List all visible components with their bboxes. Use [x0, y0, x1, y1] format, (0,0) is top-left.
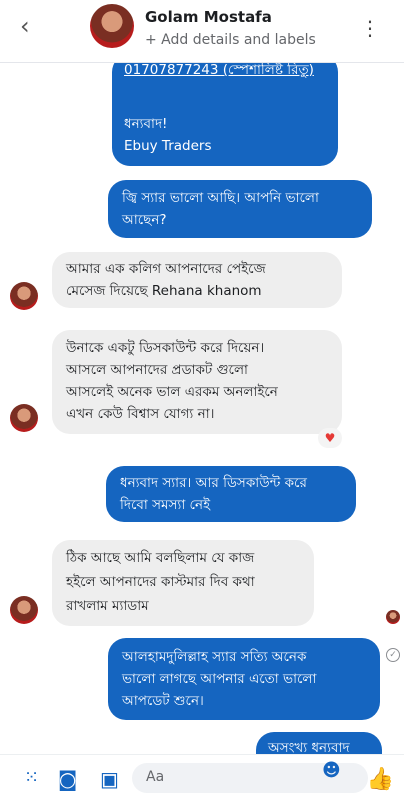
message-list[interactable]: 01707877243 (স্পেশালিষ্ট রিতু) ধন্যবাদ! … — [0, 62, 404, 754]
sender-avatar[interactable] — [10, 596, 38, 624]
message-text: ধন্যবাদ স্যার। আর ডিসকাউন্ট করে — [120, 475, 307, 491]
message-text: হইলে আপনাদের কাস্টমার দিব কথা — [66, 574, 255, 590]
message-text: আমার এক কলিগ আপনাদের পেইজে — [66, 261, 266, 277]
message-bubble-incoming[interactable]: উনাকে একটু ডিসকাউন্ট করে দিয়েন। আসলে আপ… — [52, 330, 342, 434]
add-details-link[interactable]: + Add details and labels — [145, 32, 316, 48]
message-text: আসলেই অনেক ভাল এরকম অনলাইনে — [66, 384, 278, 400]
message-text: আপডেট শুনে। — [122, 693, 204, 709]
message-text: মেসেজ দিয়েছে Rehana khanom — [66, 283, 262, 299]
back-button[interactable]: ‹ — [20, 14, 30, 38]
message-text: উনাকে একটু ডিসকাউন্ট করে দিয়েন। — [66, 340, 265, 356]
message-text: আলহামদুলিল্লাহ স্যার সত্যি অনেক — [122, 649, 307, 665]
message-text: জ্বি স্যার ভালো আছি। আপনি ভালো — [122, 190, 319, 206]
message-input-placeholder: Aa — [146, 769, 165, 785]
message-text: আছেন? — [122, 212, 167, 228]
sender-avatar[interactable] — [10, 404, 38, 432]
chevron-left-icon: ‹ — [20, 12, 30, 40]
vertical-dots-icon: ⋮ — [360, 16, 380, 40]
image-icon[interactable]: ▣ — [100, 767, 119, 791]
message-text: ঠিক আছে আমি বলছিলাম যে কাজ — [66, 550, 255, 566]
sender-avatar[interactable] — [10, 282, 38, 310]
message-bubble-outgoing[interactable]: ধন্যবাদ স্যার। আর ডিসকাউন্ট করে দিবো সমস… — [106, 466, 356, 522]
message-bubble-outgoing[interactable]: 01707877243 (স্পেশালিষ্ট রিতু) ধন্যবাদ! … — [112, 62, 338, 166]
seen-avatar — [386, 610, 400, 624]
contact-avatar[interactable] — [90, 4, 134, 48]
message-text: দিবো সমস্যা নেই — [120, 497, 211, 513]
apps-grid-icon[interactable]: ⁙ — [24, 767, 39, 788]
camera-icon[interactable]: ◙ — [58, 767, 77, 791]
message-text: অসংখ্য ধন্যবাদ — [268, 740, 350, 754]
message-text: ধন্যবাদ! — [124, 116, 168, 132]
sent-check-icon: ✓ — [386, 648, 400, 662]
message-text: এখন কেউ বিশ্বাস যোগ্য না। — [66, 406, 215, 422]
message-text: রাখলাম ম্যাডাম — [66, 598, 149, 614]
more-options-button[interactable]: ⋮ — [360, 16, 380, 40]
emoji-icon[interactable]: ☻ — [322, 760, 341, 781]
chat-header: ‹ Golam Mostafa + Add details and labels… — [0, 0, 404, 63]
message-bubble-outgoing[interactable]: আলহামদুলিল্লাহ স্যার সত্যি অনেক ভালো লাগ… — [108, 638, 380, 720]
message-bubble-outgoing[interactable]: জ্বি স্যার ভালো আছি। আপনি ভালো আছেন? — [108, 180, 372, 238]
message-bubble-outgoing[interactable]: অসংখ্য ধন্যবাদ — [256, 732, 382, 754]
thumbs-up-icon[interactable]: 👍 — [367, 767, 394, 792]
message-text: ভালো লাগছে আপনার এতো ভালো — [122, 671, 317, 687]
heart-reaction-icon[interactable]: ♥ — [318, 428, 342, 448]
message-text: Ebuy Traders — [124, 138, 212, 154]
phone-link[interactable]: 01707877243 (স্পেশালিষ্ট রিতু) — [124, 62, 314, 81]
message-composer: ⁙ ◙ ▣ Aa ☻ 👍 — [0, 754, 404, 803]
message-bubble-incoming[interactable]: ঠিক আছে আমি বলছিলাম যে কাজ হইলে আপনাদের … — [52, 540, 314, 626]
message-bubble-incoming[interactable]: আমার এক কলিগ আপনাদের পেইজে মেসেজ দিয়েছে… — [52, 252, 342, 308]
message-text: আসলে আপনাদের প্রডাকট গুলো — [66, 362, 248, 378]
contact-name[interactable]: Golam Mostafa — [145, 8, 272, 26]
